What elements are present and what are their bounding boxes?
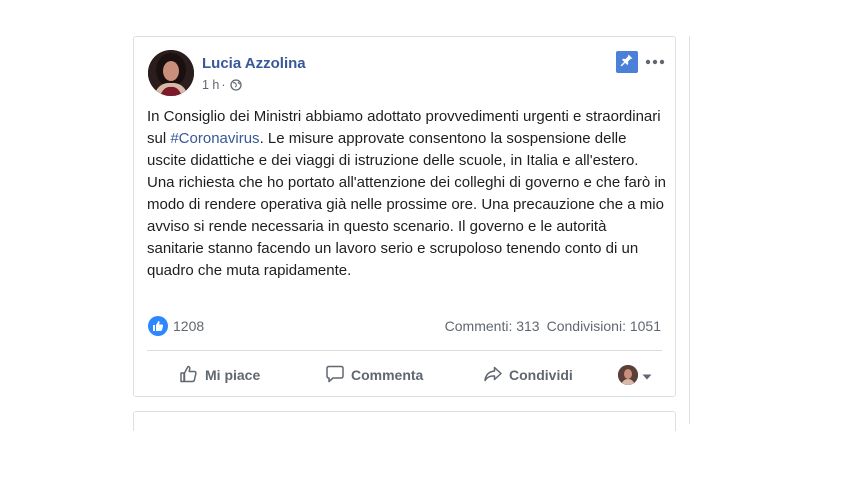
share-button[interactable]: Condividi — [483, 359, 573, 391]
next-post-card — [133, 411, 676, 431]
comment-label: Commenta — [351, 367, 424, 383]
post-body: In Consiglio dei Ministri abbiamo adotta… — [147, 106, 667, 282]
author-avatar[interactable] — [148, 50, 194, 96]
like-reaction-icon — [148, 316, 168, 336]
post-timestamp[interactable]: 1 h — [202, 78, 219, 92]
share-label: Condividi — [509, 367, 573, 383]
reactions-count: 1208 — [173, 318, 205, 334]
engagement-counts: Commenti: 313 Condivisioni: 1051 — [445, 318, 661, 334]
post-actions-bar: Mi piace Commenta Condividi — [147, 357, 662, 393]
share-arrow-icon — [483, 364, 503, 387]
actions-divider — [147, 350, 662, 351]
audience-selector[interactable] — [618, 359, 652, 391]
reactions-summary[interactable]: 1208 — [148, 316, 204, 336]
comment-icon — [325, 364, 345, 387]
comment-button[interactable]: Commenta — [325, 359, 423, 391]
author-name[interactable]: Lucia Azzolina — [202, 55, 306, 72]
post-meta: 1 h · — [202, 78, 242, 92]
profile-avatar-small — [618, 365, 638, 385]
post-card: Lucia Azzolina 1 h · In Consiglio dei Mi… — [133, 36, 676, 397]
post-text-part-2: . Le misure approvate consentono la sosp… — [147, 130, 667, 279]
globe-icon — [229, 79, 242, 91]
thumbs-up-icon — [179, 364, 199, 387]
like-label: Mi piace — [205, 367, 261, 383]
like-button[interactable]: Mi piace — [179, 359, 260, 391]
pin-button[interactable] — [616, 51, 638, 73]
more-options-button[interactable] — [644, 51, 666, 71]
pin-icon — [620, 53, 634, 72]
shares-count[interactable]: Condivisioni: 1051 — [547, 318, 661, 334]
chevron-down-icon — [642, 367, 652, 383]
meta-separator: · — [221, 78, 226, 92]
feed-column-edge — [689, 36, 690, 424]
more-options-icon — [645, 52, 665, 70]
hashtag-link[interactable]: #Coronavirus — [170, 130, 259, 147]
comments-count[interactable]: Commenti: 313 — [445, 318, 540, 334]
